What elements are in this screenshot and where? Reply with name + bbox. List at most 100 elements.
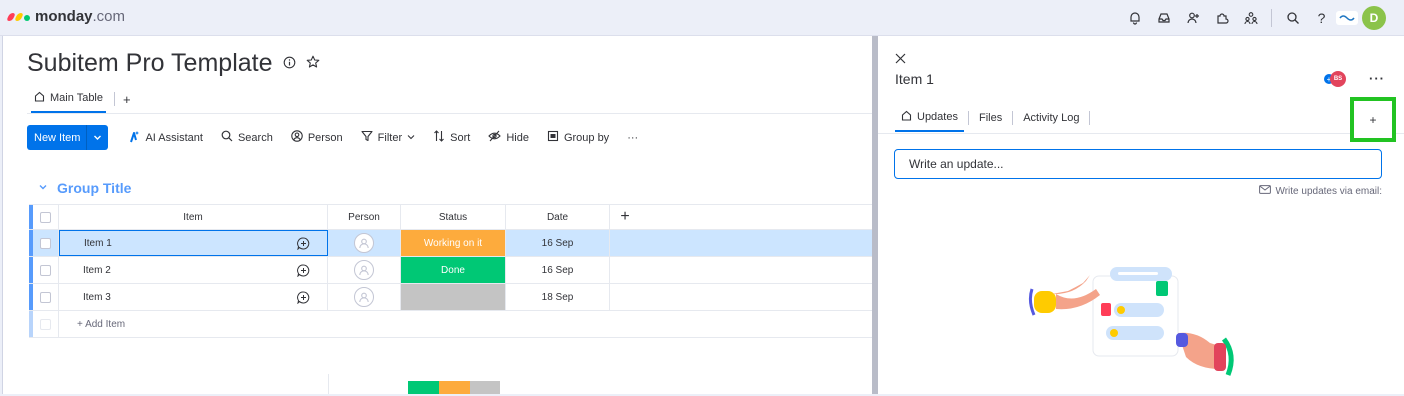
subscribers-avatar[interactable]: + BS xyxy=(1324,71,1346,87)
tab-updates[interactable]: Updates xyxy=(895,110,964,132)
person-cell[interactable] xyxy=(328,257,401,283)
close-icon[interactable] xyxy=(895,51,906,67)
new-item-label[interactable]: New Item xyxy=(27,125,86,150)
add-tab-button[interactable]: + xyxy=(1350,97,1396,142)
user-avatar[interactable]: D xyxy=(1362,6,1386,30)
item-panel: Item 1 + BS ··· Updates Files Activity L… xyxy=(878,36,1404,394)
chevron-down-icon[interactable] xyxy=(86,125,108,150)
row-checkbox[interactable] xyxy=(33,284,59,310)
add-column-button[interactable]: + xyxy=(610,205,640,229)
chevron-down-icon[interactable] xyxy=(38,182,48,195)
table-row[interactable]: Item 1 Working on it 16 Sep xyxy=(29,230,872,257)
apps-icon[interactable] xyxy=(1207,6,1236,30)
team-icon[interactable] xyxy=(1236,6,1265,30)
filter-button[interactable]: Filter xyxy=(361,130,415,145)
ai-assistant-label: AI Assistant xyxy=(145,131,203,144)
board-table: Item Person Status Date + Item 1 Working… xyxy=(29,204,872,338)
add-item-row[interactable]: + Add Item xyxy=(29,311,872,338)
group-title[interactable]: Group Title xyxy=(57,180,131,196)
info-icon[interactable] xyxy=(283,56,296,72)
star-icon[interactable] xyxy=(306,55,320,72)
person-cell[interactable] xyxy=(328,230,401,256)
ai-sparkle-icon xyxy=(126,130,140,146)
table-header-row: Item Person Status Date + xyxy=(29,204,872,230)
table-row[interactable]: Item 2 Done 16 Sep xyxy=(29,257,872,284)
monday-logo[interactable]: monday.com xyxy=(6,8,126,25)
status-summary-working xyxy=(439,381,470,394)
item-name[interactable]: Item 2 xyxy=(59,257,279,283)
tab-main-table[interactable]: Main Table xyxy=(31,91,106,113)
row-checkbox[interactable] xyxy=(33,257,59,283)
table-row[interactable]: Item 3 18 Sep xyxy=(29,284,872,311)
status-label: Done xyxy=(401,257,505,283)
column-header-date[interactable]: Date xyxy=(506,205,610,229)
person-cell[interactable] xyxy=(328,284,401,310)
sort-button[interactable]: Sort xyxy=(433,130,470,145)
sort-label: Sort xyxy=(450,131,471,144)
date-cell[interactable]: 16 Sep xyxy=(506,230,610,256)
home-icon xyxy=(34,91,45,105)
more-options-button[interactable]: ··· xyxy=(1369,71,1385,86)
status-cell[interactable]: Done xyxy=(401,257,506,283)
help-icon[interactable]: ? xyxy=(1307,6,1336,30)
column-header-status[interactable]: Status xyxy=(401,205,506,229)
status-summary-empty xyxy=(470,381,500,394)
group-summary-row xyxy=(328,374,872,394)
panel-tabs: Updates Files Activity Log xyxy=(895,110,1094,132)
item-name[interactable]: Item 1 xyxy=(59,230,279,256)
add-update-icon[interactable] xyxy=(279,257,328,283)
board-toolbar: New Item AI Assistant Search Person Filt… xyxy=(27,125,638,150)
hide-button[interactable]: Hide xyxy=(488,130,529,145)
add-update-icon[interactable] xyxy=(279,284,328,310)
column-header-item[interactable]: Item xyxy=(59,205,328,229)
filter-icon xyxy=(361,130,373,145)
tab-files[interactable]: Files xyxy=(973,112,1008,130)
tab-activity-log[interactable]: Activity Log xyxy=(1017,112,1085,130)
search-icon xyxy=(221,130,233,145)
panel-tabs-divider xyxy=(878,133,1404,134)
item-title[interactable]: Item 1 xyxy=(895,71,934,87)
tab-main-table-label: Main Table xyxy=(50,92,103,104)
email-updates-label: Write updates via email: xyxy=(1275,185,1382,197)
bell-icon[interactable] xyxy=(1120,6,1149,30)
date-cell[interactable]: 16 Sep xyxy=(506,257,610,283)
account-logo-badge[interactable] xyxy=(1336,11,1358,25)
invite-members-icon[interactable] xyxy=(1178,6,1207,30)
inbox-icon[interactable] xyxy=(1149,6,1178,30)
add-update-icon[interactable] xyxy=(279,230,328,256)
update-input[interactable]: Write an update... xyxy=(894,149,1382,179)
row-checkbox[interactable] xyxy=(33,230,59,256)
row-checkbox xyxy=(33,311,59,337)
top-icons: ? D xyxy=(1120,6,1386,30)
date-cell[interactable]: 18 Sep xyxy=(506,284,610,310)
new-item-button[interactable]: New Item xyxy=(27,125,109,150)
email-updates-link[interactable]: Write updates via email: xyxy=(1259,185,1382,197)
status-summary-bar[interactable] xyxy=(408,381,500,394)
ai-assistant-button[interactable]: AI Assistant xyxy=(126,130,203,146)
search-icon[interactable] xyxy=(1278,6,1307,30)
person-label: Person xyxy=(307,131,343,144)
chevron-down-icon xyxy=(407,132,415,144)
tab-separator xyxy=(114,92,115,106)
logo-text: monday.com xyxy=(35,8,126,25)
topbar-separator xyxy=(1271,9,1272,27)
group-by-label: Group by xyxy=(563,131,610,144)
item-name[interactable]: Item 3 xyxy=(59,284,279,310)
group-header[interactable]: Group Title xyxy=(38,180,131,196)
more-options-button[interactable]: ··· xyxy=(627,132,638,144)
group-by-button[interactable]: Group by xyxy=(547,130,609,145)
logo-mark-icon xyxy=(6,12,30,21)
home-icon xyxy=(901,110,912,124)
search-button[interactable]: Search xyxy=(221,130,273,145)
person-filter-button[interactable]: Person xyxy=(291,130,343,145)
column-header-person[interactable]: Person xyxy=(328,205,401,229)
empty-person-icon xyxy=(354,287,374,307)
status-cell[interactable] xyxy=(401,284,506,310)
status-cell[interactable]: Working on it xyxy=(401,230,506,256)
status-label xyxy=(401,284,505,310)
hide-label: Hide xyxy=(506,131,529,144)
add-view-button[interactable]: + xyxy=(123,92,131,113)
select-all-checkbox[interactable] xyxy=(33,205,59,229)
board-title[interactable]: Subitem Pro Template xyxy=(27,49,273,78)
add-item-input[interactable]: + Add Item xyxy=(59,311,379,337)
